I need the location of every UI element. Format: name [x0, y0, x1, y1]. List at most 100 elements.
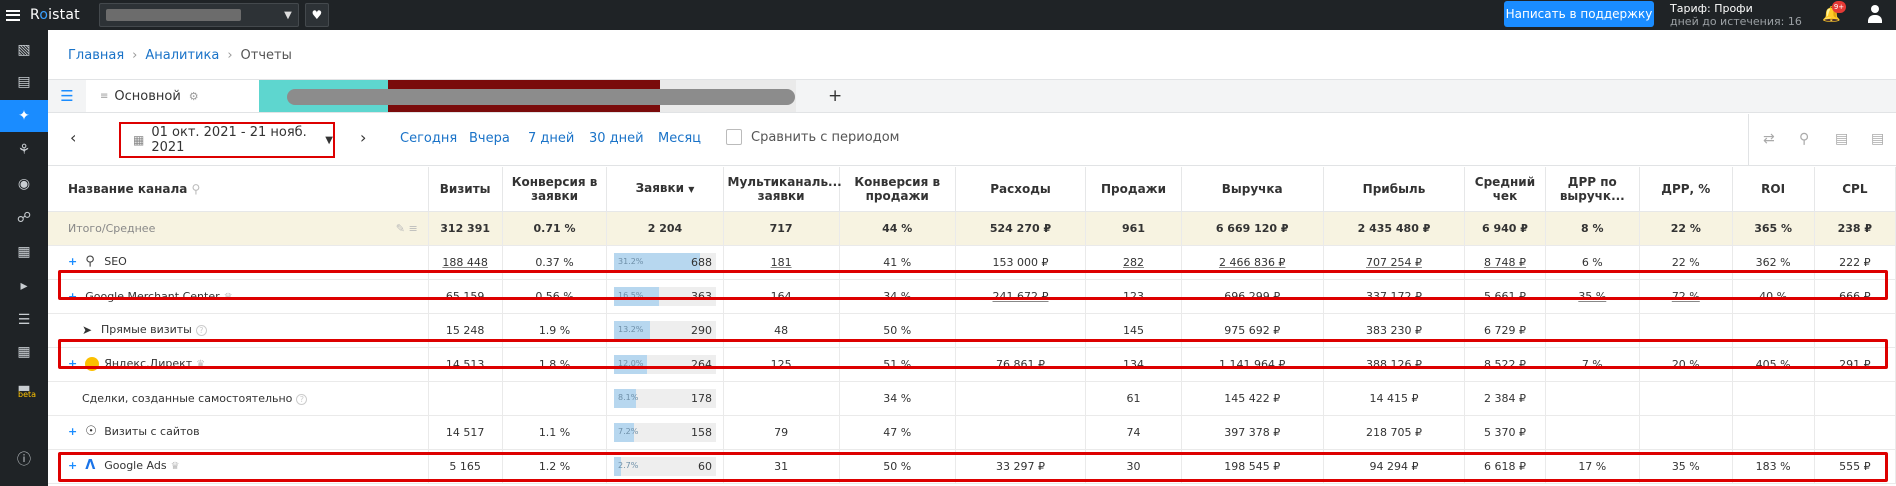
- col-profit[interactable]: Прибыль: [1323, 167, 1466, 212]
- support-button[interactable]: Написать в поддержку: [1504, 1, 1654, 27]
- layers-icon[interactable]: ☰: [0, 304, 48, 336]
- highlight-yandex-direct: [58, 339, 1888, 369]
- total-label: Итого/Среднее ✎ ≡: [48, 211, 429, 246]
- col-conv-sales[interactable]: Конверсия в продажи: [839, 167, 956, 212]
- sitemap-icon[interactable]: ⚘: [0, 134, 48, 166]
- project-name-redacted: [105, 9, 241, 21]
- cell-value: 188 448: [442, 255, 488, 269]
- channel-name-cell[interactable]: Сделки, созданные самостоятельно?: [48, 381, 429, 416]
- col-visits[interactable]: Визиты: [428, 167, 503, 212]
- analytics-icon[interactable]: ✦: [0, 100, 48, 132]
- breadcrumb-current: Отчеты: [240, 48, 292, 63]
- search-icon[interactable]: ⚲: [1799, 131, 1809, 147]
- leads-bar: 8.1% 178: [613, 388, 716, 408]
- clipboard-icon[interactable]: ▤: [0, 66, 48, 98]
- tab-names-redacted: [287, 89, 795, 105]
- col-leads[interactable]: Заявки ▼: [606, 167, 724, 212]
- table-row[interactable]: + ☉ Визиты с сайтов 14 517 1.1 % 7.2% 158 79 47 …: [48, 415, 1896, 450]
- compare-checkbox[interactable]: [726, 129, 742, 145]
- cell-leads: 7.2% 158: [606, 415, 724, 450]
- tariff-info[interactable]: Тариф: Профи дней до истечения: 16: [1670, 2, 1802, 28]
- date-range-picker[interactable]: ▦ 01 окт. 2021 - 21 нояб. 2021 ▼: [119, 122, 335, 158]
- leads-share: 7.2%: [617, 426, 639, 436]
- breadcrumb-home[interactable]: Главная: [68, 48, 124, 63]
- search-icon[interactable]: ⚲: [192, 182, 201, 196]
- col-revenue[interactable]: Выручка: [1181, 167, 1324, 212]
- export-icon[interactable]: ▤: [1871, 131, 1884, 147]
- table-total-row: Итого/Среднее ✎ ≡ 312 391 0.71 % 2 204 71…: [48, 211, 1896, 246]
- dashboard-chart-icon[interactable]: ▧: [0, 34, 48, 66]
- drag-handle-icon[interactable]: ≡: [100, 91, 108, 102]
- compare-period-toggle[interactable]: Сравнить с периодом: [726, 129, 899, 145]
- table-row[interactable]: Сделки, созданные самостоятельно? 8.1% 178…: [48, 381, 1896, 416]
- leads-value: 178: [690, 391, 712, 405]
- col-conv-leads[interactable]: Конверсия в заявки: [502, 167, 608, 212]
- col-avg-check[interactable]: Средний чек: [1464, 167, 1546, 212]
- total-revenue: 6 669 120 ₽: [1181, 211, 1324, 246]
- channel-name-cell[interactable]: + ☉ Визиты с сайтов: [48, 415, 429, 450]
- expand-icon[interactable]: +: [68, 255, 77, 268]
- list-icon[interactable]: ☰: [48, 80, 86, 112]
- calendar-icon[interactable]: ▦: [0, 236, 48, 268]
- prev-period-icon[interactable]: ‹: [70, 128, 76, 147]
- chart-icon[interactable]: ▤: [1835, 131, 1848, 147]
- bus-icon[interactable]: ▬: [0, 372, 48, 404]
- favorite-button[interactable]: ♥: [304, 3, 329, 27]
- leads-share: 31.2%: [617, 256, 644, 266]
- leads-share: 8.1%: [617, 392, 639, 402]
- cell-cpl: [1814, 381, 1896, 416]
- col-expenses[interactable]: Расходы: [955, 167, 1087, 212]
- next-period-icon[interactable]: ›: [360, 128, 366, 147]
- col-multichannel[interactable]: Мультиканаль... заявки: [723, 167, 842, 212]
- toolbar-actions: ⇄ ⚲ ▤ ▤: [1748, 114, 1896, 166]
- col-roi[interactable]: ROI: [1732, 167, 1815, 212]
- col-sales[interactable]: Продажи: [1085, 167, 1182, 212]
- cell-value: 975 692 ₽: [1224, 323, 1281, 337]
- user-icon[interactable]: [1868, 5, 1882, 23]
- preset-yesterday[interactable]: Вчера: [469, 131, 510, 146]
- project-selector[interactable]: ▼: [98, 3, 299, 27]
- col-drr[interactable]: ДРР, %: [1639, 167, 1733, 212]
- expand-icon[interactable]: +: [68, 425, 77, 438]
- menu-icon[interactable]: [6, 9, 20, 21]
- preset-30-days[interactable]: 30 дней: [589, 131, 644, 146]
- breadcrumb-analytics[interactable]: Аналитика: [145, 48, 219, 63]
- info-icon[interactable]: ⓘ: [0, 443, 48, 475]
- col-cpl[interactable]: CPL: [1814, 167, 1896, 212]
- main-area: Главная › Аналитика › Отчеты ☰ ≡ Основной ⚙ …: [48, 30, 1896, 486]
- total-visits: 312 391: [428, 211, 503, 246]
- refresh-icon[interactable]: ⇄: [1763, 131, 1775, 147]
- preset-month[interactable]: Месяц: [658, 131, 701, 146]
- cart-icon[interactable]: ☍: [0, 202, 48, 234]
- chevron-down-icon: ▼: [284, 9, 292, 21]
- leads-bar: 31.2% 688: [613, 252, 716, 272]
- total-roi: 365 %: [1732, 211, 1815, 246]
- settings-icon[interactable]: ✎ ≡: [396, 222, 418, 235]
- cell-cpl: [1814, 415, 1896, 450]
- total-leads: 2 204: [606, 211, 724, 246]
- report-tabs: ☰ ≡ Основной ⚙ +: [48, 79, 1896, 113]
- col-drr-revenue[interactable]: ДРР по выручк...: [1545, 167, 1641, 212]
- tab-main[interactable]: ≡ Основной ⚙: [86, 80, 259, 112]
- total-drr: 22 %: [1639, 211, 1733, 246]
- logo[interactable]: Roistat: [30, 7, 80, 23]
- add-tab-button[interactable]: +: [828, 86, 842, 106]
- col-name[interactable]: Название канала ⚲: [48, 167, 429, 212]
- cell-value: 0.37 %: [535, 255, 574, 269]
- help-icon[interactable]: ?: [195, 325, 207, 336]
- preset-7-days[interactable]: 7 дней: [528, 131, 574, 146]
- leads-bar: 7.2% 158: [613, 422, 716, 442]
- leads-value: 290: [690, 323, 712, 337]
- preset-today[interactable]: Сегодня: [400, 131, 457, 146]
- total-drr-revenue: 8 %: [1545, 211, 1641, 246]
- chart-beta-icon[interactable]: ▦: [0, 336, 48, 368]
- leads-bar: 13.2% 290: [613, 320, 716, 340]
- help-icon[interactable]: ?: [296, 393, 308, 405]
- megaphone-icon[interactable]: ▸: [0, 270, 48, 302]
- cell-conv-leads: 1.1 %: [502, 415, 608, 450]
- gear-icon[interactable]: ⚙: [189, 90, 199, 103]
- cell-value: 1.9 %: [538, 323, 571, 337]
- cell-sales: 61: [1085, 381, 1182, 416]
- channel-name: Сделки, созданные самостоятельно: [82, 391, 293, 405]
- money-icon[interactable]: ◉: [0, 168, 48, 200]
